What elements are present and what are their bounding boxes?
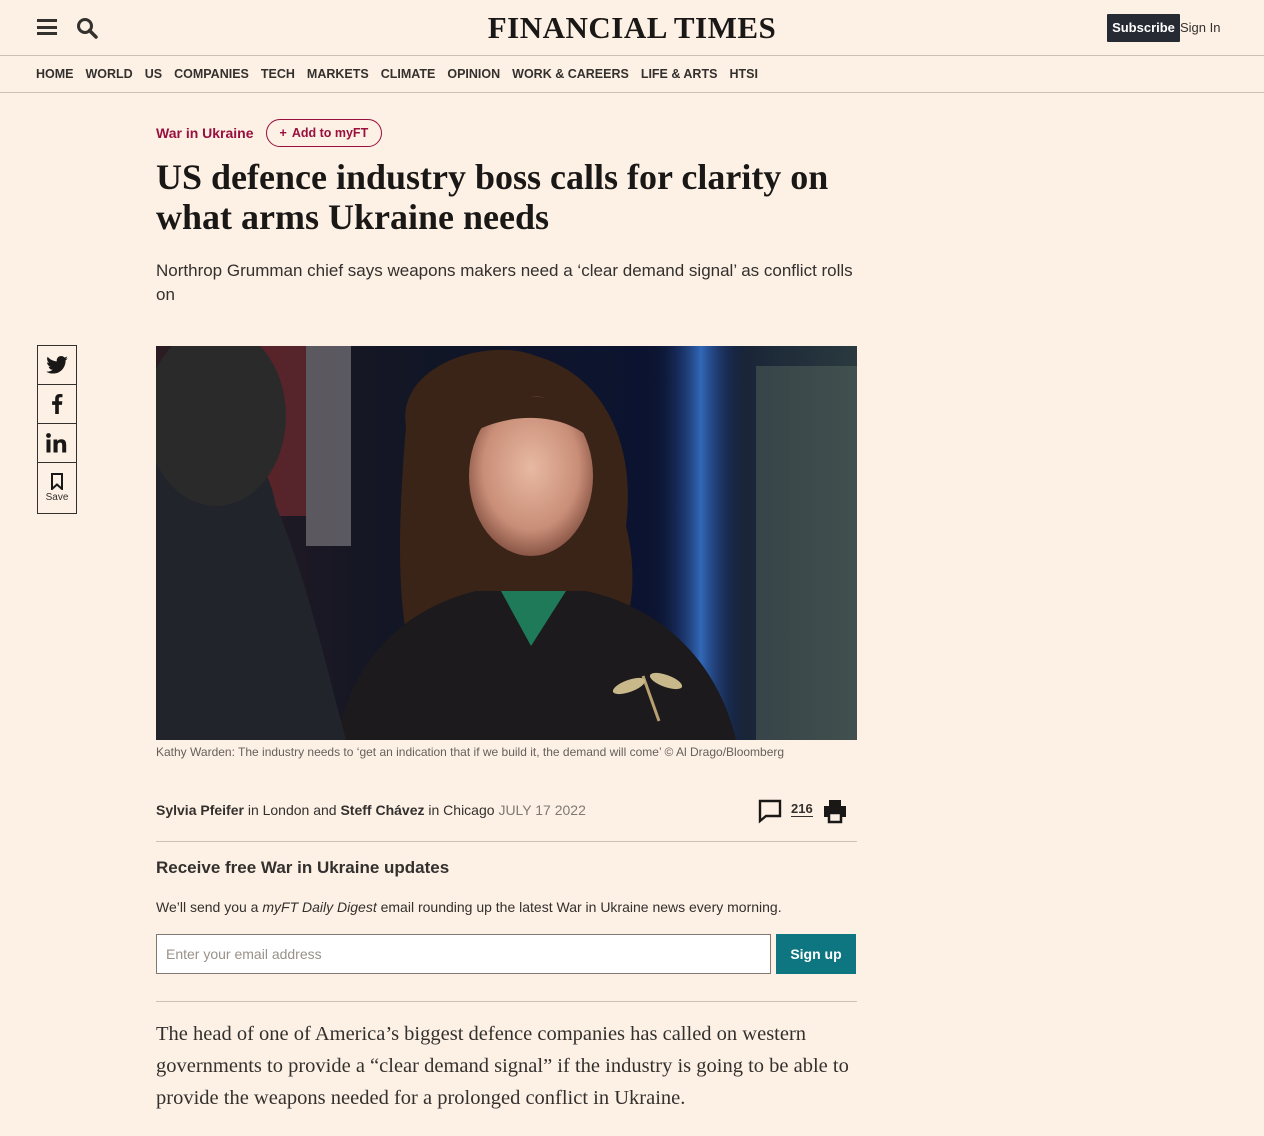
image-caption: Kathy Warden: The industry needs to ‘get… bbox=[156, 745, 785, 759]
nav-item-htsi[interactable]: HTSI bbox=[729, 67, 757, 81]
byline-location: in London and bbox=[243, 802, 341, 818]
byline-location: in Chicago bbox=[424, 802, 499, 818]
byline: Sylvia Pfeifer in London and Steff Cháve… bbox=[156, 802, 586, 818]
twitter-icon bbox=[46, 356, 68, 374]
main-navigation: HOME WORLD US COMPANIES TECH MARKETS CLI… bbox=[0, 56, 1264, 93]
add-to-myft-label: Add to myFT bbox=[291, 126, 369, 140]
article-headline: US defence industry boss calls for clari… bbox=[156, 157, 829, 237]
topic-row: War in Ukraine + Add to myFT bbox=[156, 119, 383, 147]
topic-link[interactable]: War in Ukraine bbox=[156, 125, 254, 141]
save-article-button[interactable]: Save bbox=[37, 462, 77, 514]
share-rail: Save bbox=[37, 345, 77, 514]
facebook-icon bbox=[52, 394, 63, 414]
publish-date: JULY 17 2022 bbox=[498, 802, 586, 818]
nav-item-life-arts[interactable]: LIFE & ARTS bbox=[641, 67, 718, 81]
share-twitter-button[interactable] bbox=[37, 345, 77, 385]
article-hero-image bbox=[156, 346, 857, 740]
author-link[interactable]: Steff Chávez bbox=[340, 802, 424, 818]
share-facebook-button[interactable] bbox=[37, 384, 77, 424]
newsletter-description: We’ll send you a myFT Daily Digest email… bbox=[156, 899, 782, 915]
add-to-myft-button[interactable]: + Add to myFT bbox=[265, 119, 383, 147]
author-link[interactable]: Sylvia Pfeifer bbox=[156, 802, 244, 818]
comments-count[interactable]: 216 bbox=[791, 802, 813, 817]
article-standfirst: Northrop Grumman chief says weapons make… bbox=[156, 261, 853, 304]
sign-up-button[interactable]: Sign up bbox=[776, 934, 856, 974]
hero-illustration bbox=[156, 346, 857, 740]
nav-item-home[interactable]: HOME bbox=[36, 67, 74, 81]
nav-item-us[interactable]: US bbox=[145, 67, 162, 81]
nav-item-tech[interactable]: TECH bbox=[261, 67, 295, 81]
email-field[interactable] bbox=[156, 934, 771, 974]
nav-item-world[interactable]: WORLD bbox=[86, 67, 133, 81]
nav-item-companies[interactable]: COMPANIES bbox=[174, 67, 249, 81]
subscribe-button[interactable]: Subscribe bbox=[1107, 14, 1180, 42]
comments-icon[interactable] bbox=[757, 798, 783, 824]
nav-item-work-careers[interactable]: WORK & CAREERS bbox=[512, 67, 629, 81]
save-label: Save bbox=[45, 492, 69, 503]
share-linkedin-button[interactable] bbox=[37, 423, 77, 463]
newsletter-title: Receive free War in Ukraine updates bbox=[156, 858, 450, 877]
divider bbox=[156, 841, 857, 842]
nav-item-markets[interactable]: MARKETS bbox=[307, 67, 369, 81]
print-icon[interactable] bbox=[822, 798, 848, 824]
linkedin-icon bbox=[46, 433, 67, 453]
divider bbox=[156, 1001, 857, 1002]
bookmark-icon bbox=[51, 473, 63, 490]
article-body-paragraph: The head of one of America’s biggest def… bbox=[156, 1023, 849, 1109]
sign-in-link[interactable]: Sign In bbox=[1180, 20, 1220, 35]
nav-item-opinion[interactable]: OPINION bbox=[447, 67, 500, 81]
nav-item-climate[interactable]: CLIMATE bbox=[381, 67, 436, 81]
masthead-logo[interactable]: FINANCIAL TIMES bbox=[0, 10, 1264, 46]
top-bar: FINANCIAL TIMES Subscribe Sign In bbox=[0, 0, 1264, 56]
plus-icon: + bbox=[279, 126, 287, 140]
